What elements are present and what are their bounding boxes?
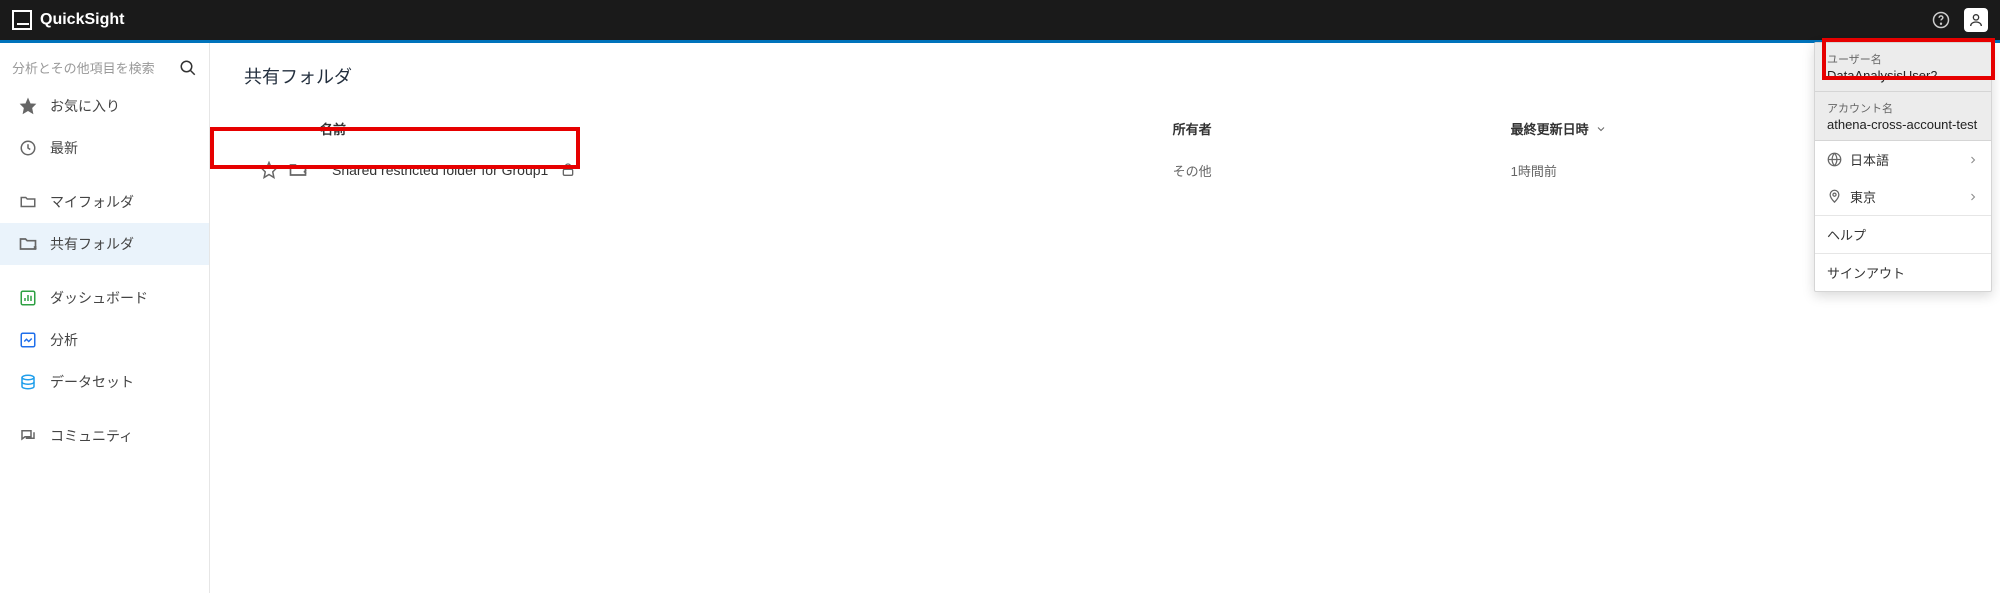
brand: QuickSight xyxy=(40,11,124,29)
sidebar-item-label: ダッシュボード xyxy=(50,288,148,308)
help-icon[interactable] xyxy=(1930,9,1952,31)
sidebar-item-label: 共有フォルダ xyxy=(50,234,134,254)
menu-item-help[interactable]: ヘルプ xyxy=(1815,216,1991,253)
location-icon xyxy=(1827,189,1842,204)
menu-item-language[interactable]: 日本語 xyxy=(1815,141,1991,178)
help-label: ヘルプ xyxy=(1827,225,1866,244)
menu-item-signout[interactable]: サインアウト xyxy=(1815,254,1991,291)
search-icon[interactable] xyxy=(179,59,197,77)
folder-icon xyxy=(18,192,38,212)
chat-icon xyxy=(18,426,38,446)
sidebar-item-label: 最新 xyxy=(50,138,78,158)
dashboard-icon xyxy=(18,288,38,308)
menu-item-region[interactable]: 東京 xyxy=(1815,178,1991,215)
sidebar-item-my-folder[interactable]: マイフォルダ xyxy=(0,181,209,223)
analysis-icon xyxy=(18,330,38,350)
folder-modified: 1時間前 xyxy=(1511,161,1849,180)
highlight-annotation xyxy=(210,127,580,169)
topbar-right xyxy=(1930,8,1988,32)
chevron-right-icon xyxy=(1967,191,1979,203)
globe-icon xyxy=(1827,152,1842,167)
user-menu: ユーザー名 DataAnalysisUser2 アカウント名 athena-cr… xyxy=(1814,42,1992,292)
account-value: athena-cross-account-test xyxy=(1827,117,1979,132)
topbar-left: QuickSight xyxy=(12,10,124,30)
chevron-right-icon xyxy=(1967,154,1979,166)
col-header-owner[interactable]: 所有者 xyxy=(1173,119,1511,138)
sidebar-item-datasets[interactable]: データセット xyxy=(0,361,209,403)
highlight-annotation xyxy=(1822,38,1995,80)
clock-icon xyxy=(18,138,38,158)
sidebar-item-label: マイフォルダ xyxy=(50,192,134,212)
search-input[interactable] xyxy=(12,61,171,76)
chevron-down-icon xyxy=(1595,123,1607,135)
dataset-icon xyxy=(18,372,38,392)
signout-label: サインアウト xyxy=(1827,263,1905,282)
sidebar-item-favorites[interactable]: お気に入り xyxy=(0,85,209,127)
sidebar-item-community[interactable]: コミュニティ xyxy=(0,415,209,457)
search-row xyxy=(0,51,209,85)
col-header-modified[interactable]: 最終更新日時 xyxy=(1511,119,1849,138)
user-menu-button[interactable] xyxy=(1964,8,1988,32)
sidebar-item-analyses[interactable]: 分析 xyxy=(0,319,209,361)
sidebar-item-label: データセット xyxy=(50,372,134,392)
main-content: 共有フォルダ 名前 所有者 最終更新日時 xyxy=(210,43,2000,593)
sidebar-item-shared-folder[interactable]: 共有フォルダ xyxy=(0,223,209,265)
sidebar-item-recent[interactable]: 最新 xyxy=(0,127,209,169)
sidebar-item-label: コミュニティ xyxy=(50,426,133,446)
account-label: アカウント名 xyxy=(1827,100,1979,116)
col-header-modified-label: 最終更新日時 xyxy=(1511,119,1589,138)
region-value: 東京 xyxy=(1850,187,1876,206)
sidebar-item-label: お気に入り xyxy=(50,96,120,116)
shared-folder-icon xyxy=(18,234,38,254)
sidebar-item-dashboards[interactable]: ダッシュボード xyxy=(0,277,209,319)
page-title: 共有フォルダ xyxy=(244,63,1970,89)
menu-account-section: アカウント名 athena-cross-account-test xyxy=(1815,92,1991,141)
sidebar: お気に入り 最新 マイフォルダ 共有フォルダ ダッシュボード xyxy=(0,43,210,593)
folder-owner: その他 xyxy=(1173,161,1511,180)
quicksight-logo-icon xyxy=(12,10,32,30)
language-value: 日本語 xyxy=(1850,150,1889,169)
sidebar-item-label: 分析 xyxy=(50,330,78,350)
star-icon xyxy=(18,96,38,116)
topbar: QuickSight xyxy=(0,0,2000,40)
